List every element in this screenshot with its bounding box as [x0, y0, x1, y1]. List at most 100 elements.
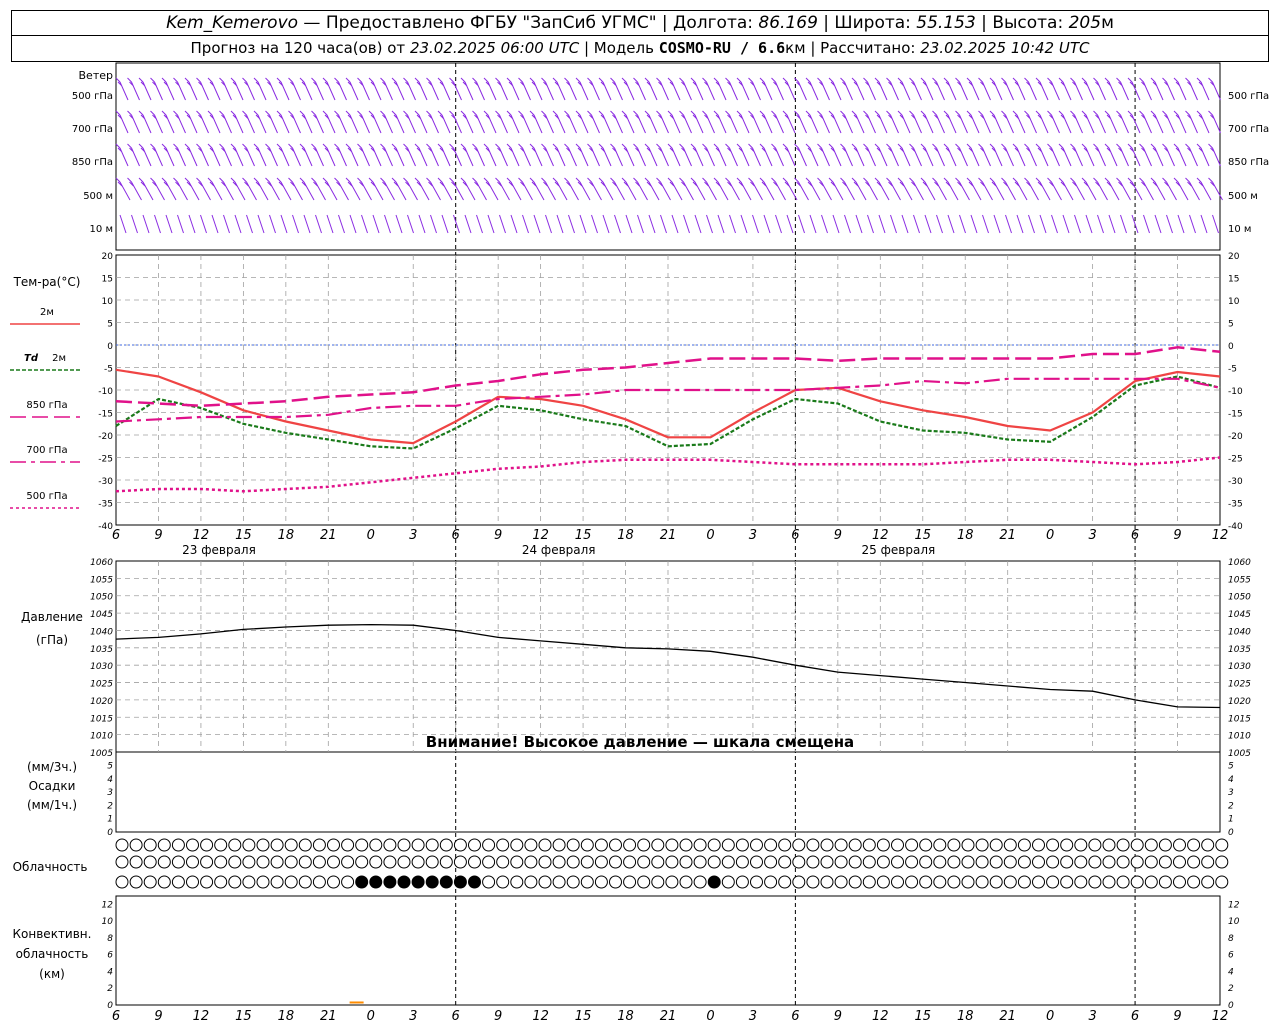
- wind-barb: [368, 77, 382, 101]
- wind-barb: [924, 214, 932, 234]
- wind-barb: [656, 177, 671, 201]
- precip-label-3h: (мм/3ч.): [27, 760, 77, 774]
- x-tick-label-bottom: 3: [1088, 1009, 1096, 1024]
- wind-barb: [276, 143, 290, 167]
- wind-barb: [679, 177, 694, 201]
- conv-ytick-label: 4: [107, 967, 113, 977]
- precip-ytick-label: 4: [107, 775, 113, 785]
- cloud-cover-symbol: [1144, 838, 1158, 852]
- wind-barb: [897, 177, 913, 201]
- cloud-cover-symbol: [1046, 855, 1060, 869]
- cloud-cover-symbol: [439, 855, 453, 869]
- wind-barbs: [115, 77, 1223, 234]
- wind-barb: [529, 177, 545, 201]
- wind-barb: [499, 214, 506, 234]
- x-tick-label-bottom: 21: [999, 1009, 1016, 1024]
- cloud-cover-symbol: [1130, 855, 1144, 869]
- wind-barb: [495, 110, 508, 134]
- wind-barb: [184, 77, 198, 101]
- cloud-cover-symbol: [1116, 838, 1130, 852]
- wind-barb: [361, 214, 368, 234]
- x-tick-label: 0: [706, 528, 714, 543]
- wind-barb: [817, 143, 830, 167]
- wind-barb: [403, 177, 418, 201]
- temp-ytick-label: 5: [107, 320, 113, 330]
- pressure-ytick-label: 1020: [90, 697, 113, 707]
- wind-barb: [1127, 110, 1141, 134]
- precip-ytick-label: 2: [107, 801, 113, 811]
- wind-barb: [1162, 110, 1175, 134]
- wind-barb: [414, 77, 428, 101]
- cloud-cover-symbol: [905, 875, 919, 889]
- wind-barb: [1116, 77, 1129, 101]
- cloud-cover-symbol: [1046, 875, 1060, 889]
- wind-barb: [782, 143, 796, 167]
- cloud-cover-symbol: [143, 875, 157, 889]
- wind-barb: [495, 77, 508, 101]
- conv-ytick-label-right: 8: [1228, 934, 1234, 944]
- wind-barb: [713, 110, 727, 134]
- wind-barb: [1173, 77, 1187, 101]
- wind-barb: [978, 177, 993, 201]
- wind-barb: [414, 110, 428, 134]
- wind-barb: [633, 143, 646, 167]
- wind-barb: [472, 177, 487, 201]
- wind-barb: [679, 143, 692, 167]
- pressure-ytick-label-right: 1030: [1228, 662, 1251, 672]
- cloud-cover-symbol: [651, 855, 665, 869]
- wind-barb: [748, 177, 763, 201]
- x-tick-label: 12: [872, 528, 889, 543]
- wind-barb: [798, 214, 805, 234]
- wind-barb: [564, 77, 577, 101]
- wind-barb: [610, 77, 623, 101]
- x-tick-label: 18: [278, 528, 295, 543]
- wind-barb: [966, 110, 980, 134]
- cloud-cover-symbol: [735, 838, 749, 852]
- cloud-cover-symbol: [693, 875, 707, 889]
- wind-barb: [219, 177, 234, 201]
- cloud-cover-symbol: [383, 875, 397, 889]
- cloud-cover-symbol: [341, 855, 355, 869]
- wind-barb: [1058, 177, 1074, 201]
- temp-ytick-label: -5: [104, 365, 113, 375]
- wind-barb: [989, 143, 1003, 167]
- wind-barb: [334, 110, 347, 134]
- wind-barb: [541, 77, 554, 101]
- wind-barb: [154, 214, 161, 234]
- wind-barb: [311, 143, 324, 167]
- wind-barb: [311, 110, 324, 134]
- cloud-cover-symbol: [933, 855, 947, 869]
- cloud-cover-symbol: [637, 855, 651, 869]
- wind-barb: [541, 110, 554, 134]
- cloud-cover-symbol: [806, 855, 820, 869]
- temp-ytick-label-right: 0: [1228, 342, 1234, 352]
- wind-barb: [955, 110, 968, 134]
- wind-barb: [993, 214, 1001, 234]
- cloud-cover-symbol: [637, 838, 651, 852]
- wind-barb: [1116, 110, 1129, 134]
- wind-barb: [276, 177, 292, 201]
- wind-barb: [970, 214, 978, 234]
- pressure-ytick-label: 1045: [90, 610, 113, 620]
- wind-barb: [430, 214, 437, 234]
- wind-barb: [476, 214, 483, 234]
- cloud-cover-symbol: [200, 875, 214, 889]
- cloud-cover-symbol: [623, 838, 637, 852]
- cloud-cover-symbol: [679, 838, 693, 852]
- wind-barb: [161, 143, 175, 167]
- wind-barb: [414, 177, 430, 201]
- pressure-ytick-label-right: 1005: [1228, 749, 1251, 759]
- wind-barb: [878, 214, 886, 234]
- cloud-cover-symbol: [1116, 875, 1130, 889]
- x-tick-label-bottom: 21: [660, 1009, 677, 1024]
- wind-barb: [725, 143, 738, 167]
- wind-barb: [621, 110, 635, 134]
- cloud-cover-symbol: [157, 838, 171, 852]
- wind-barb: [932, 177, 947, 201]
- wind-barb: [1051, 214, 1058, 234]
- series-line-t2m: [115, 368, 1221, 445]
- wind-barb: [909, 143, 922, 167]
- wind-barb: [989, 177, 1005, 201]
- wind-barb: [1001, 77, 1014, 101]
- x-tick-label-bottom: 12: [1212, 1009, 1229, 1024]
